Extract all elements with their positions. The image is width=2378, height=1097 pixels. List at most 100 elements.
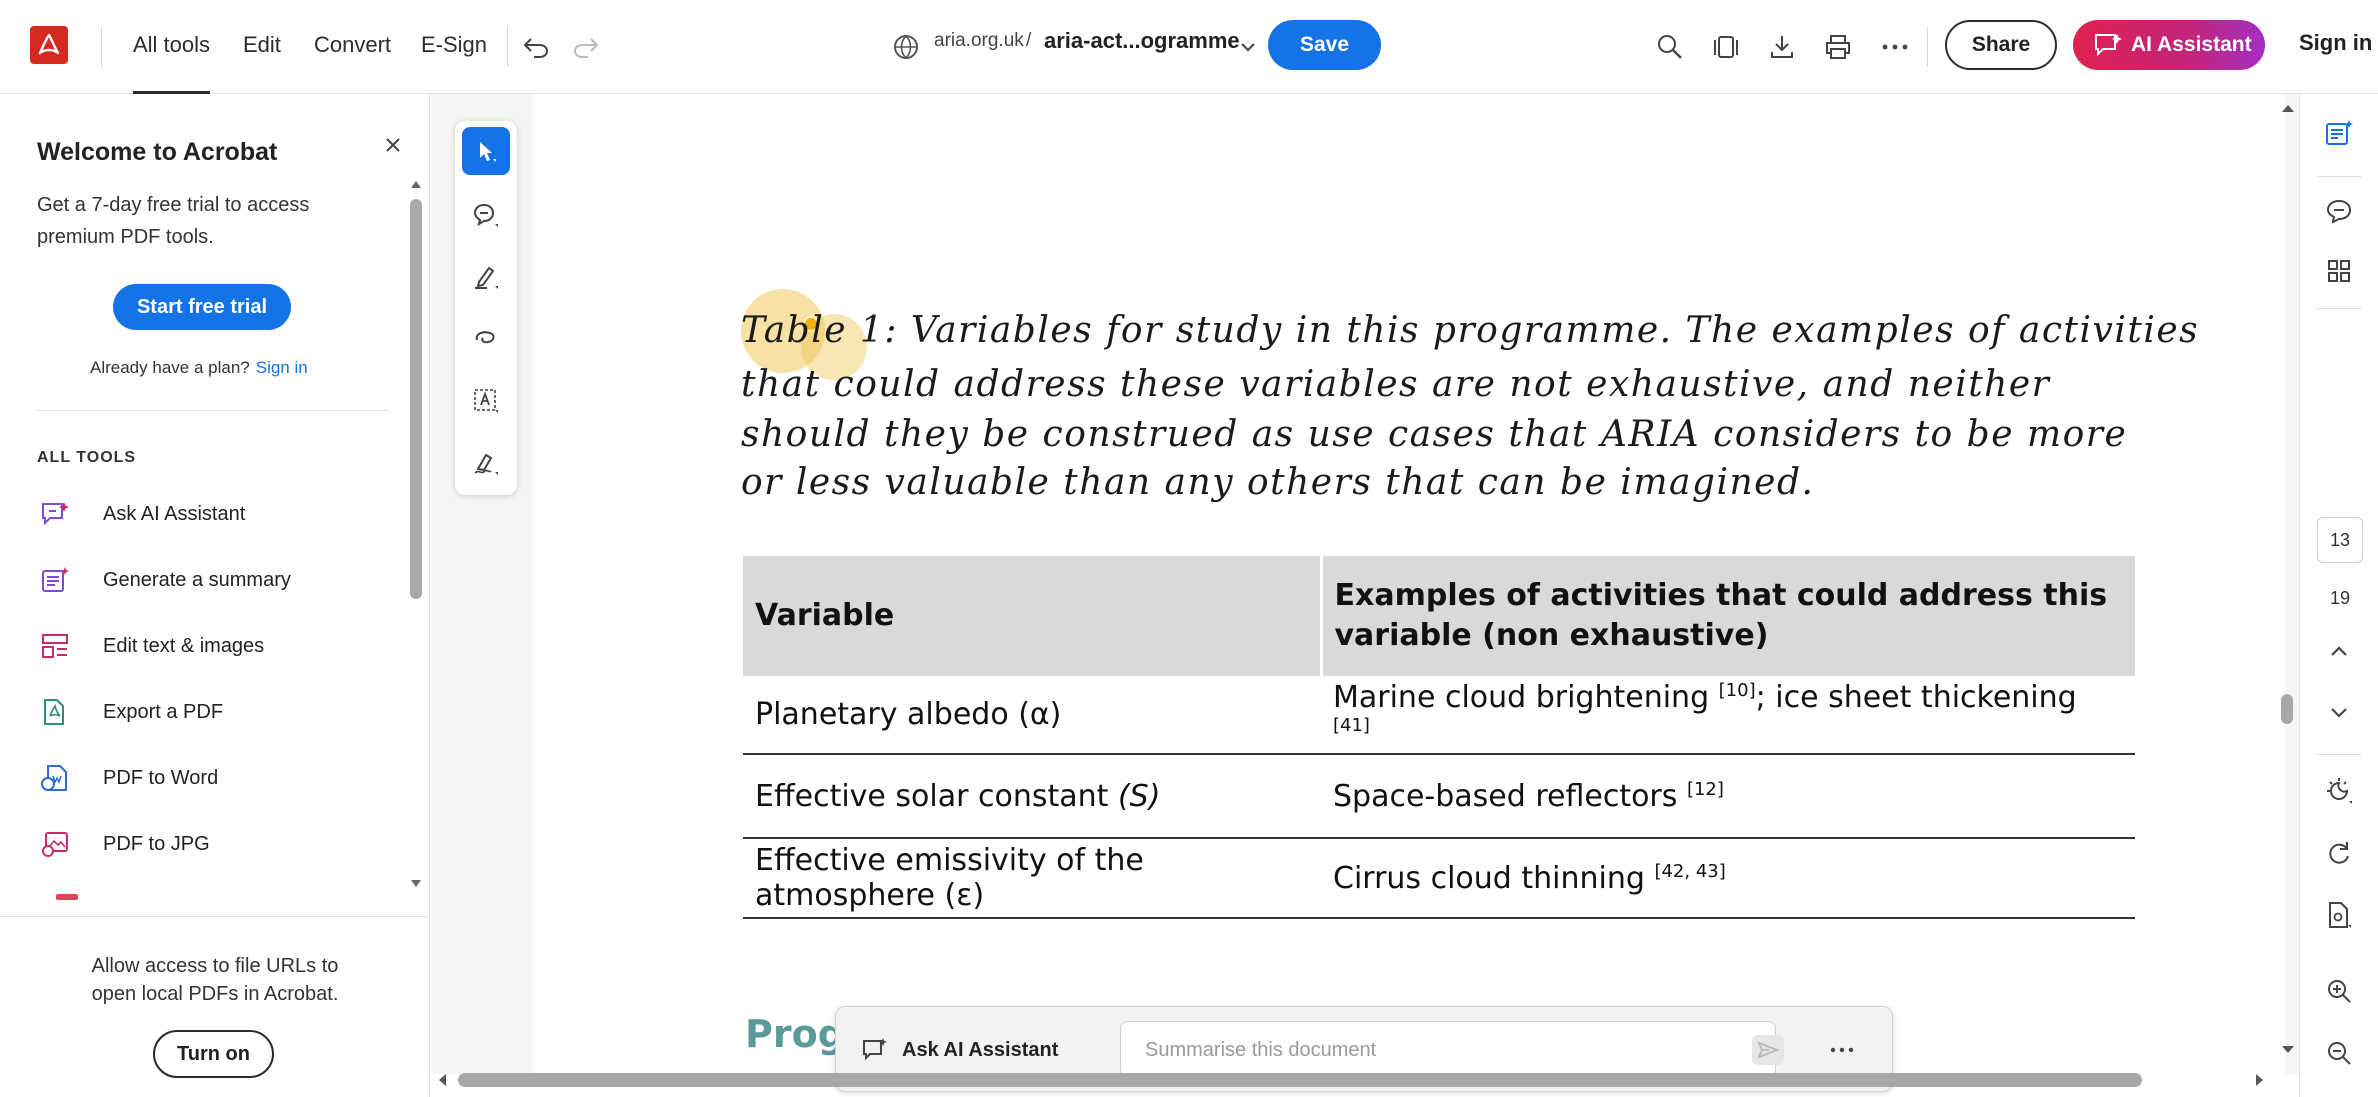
panel-scrollbar-thumb[interactable] [410, 199, 422, 599]
turn-on-button[interactable]: Turn on [153, 1030, 274, 1078]
text-box-icon [474, 389, 498, 413]
ai-summary-icon[interactable] [2318, 112, 2360, 154]
summary-icon [37, 562, 73, 598]
scroll-down-icon[interactable] [2280, 1044, 2296, 1056]
close-icon[interactable] [378, 130, 408, 160]
divider [2317, 308, 2361, 309]
reference-marker[interactable]: [12] [1687, 779, 1724, 800]
panel-description: Get a 7-day free trial to access premium… [37, 194, 310, 248]
ai-prompt-input[interactable] [1120, 1021, 1776, 1079]
table-caption-line: should they be construed as use cases th… [741, 414, 2128, 455]
divider [2317, 754, 2361, 755]
toolbar-divider [507, 27, 508, 67]
comment-icon [473, 203, 498, 227]
scroll-up-icon[interactable] [2280, 102, 2296, 114]
table-cell-variable: Planetary albedo (α) [743, 676, 1321, 755]
signature-tool-button[interactable] [462, 439, 510, 487]
all-tools-heading: ALL TOOLS [37, 449, 137, 466]
search-icon[interactable] [1650, 27, 1690, 67]
toolbar-divider [1927, 27, 1928, 67]
cell-text: Effective solar constant [755, 778, 1118, 814]
page-view-icon[interactable] [1705, 27, 1745, 67]
select-tool-button[interactable] [462, 127, 510, 175]
more-options-icon[interactable] [1875, 27, 1915, 67]
variables-table: Variable Examples of activities that cou… [743, 556, 2135, 919]
reference-marker[interactable]: [10] [1719, 680, 1756, 701]
vertical-scrollbar-thumb[interactable] [2281, 694, 2293, 724]
rotate-icon[interactable] [2318, 832, 2360, 874]
sign-in-link[interactable]: Sign in [2299, 30, 2372, 56]
tab-edit[interactable]: Edit [243, 0, 281, 94]
welcome-panel: Welcome to Acrobat Get a 7-day free tria… [0, 94, 430, 1097]
redo-icon[interactable] [566, 27, 606, 67]
chevron-down-icon[interactable] [1228, 27, 1268, 67]
panel-sign-in-link[interactable]: Sign in [256, 358, 308, 377]
current-page-input[interactable]: 13 [2317, 517, 2363, 563]
ai-chat-icon [2095, 34, 2122, 57]
tool-label: Generate a summary [103, 568, 291, 591]
tab-e-sign[interactable]: E-Sign [421, 0, 487, 94]
scroll-right-icon[interactable] [2254, 1072, 2266, 1088]
draw-tool-button[interactable] [462, 315, 510, 363]
breadcrumb-domain[interactable]: aria.org.uk [934, 30, 1024, 52]
send-icon[interactable] [1752, 1035, 1784, 1065]
scroll-left-icon[interactable] [436, 1072, 448, 1088]
right-sidebar: 13 19 [2299, 94, 2378, 1097]
horizontal-scrollbar-thumb[interactable] [458, 1073, 2142, 1087]
globe-icon [886, 27, 926, 67]
tool-ask-ai-assistant[interactable]: Ask AI Assistant [37, 489, 397, 539]
scroll-down-icon[interactable] [410, 879, 422, 889]
zoom-in-icon[interactable] [2318, 970, 2360, 1012]
document-title[interactable]: aria-act...ogramme [1044, 28, 1240, 54]
lasso-icon [475, 331, 495, 344]
top-toolbar: All tools Edit Convert E-Sign aria.org.u… [0, 0, 2378, 94]
download-icon[interactable] [1762, 27, 1802, 67]
reference-marker[interactable]: [42, 43] [1654, 861, 1725, 882]
thumbnails-grid-icon[interactable] [2318, 250, 2360, 292]
tool-label: Export a PDF [103, 700, 224, 723]
zoom-out-icon[interactable] [2318, 1032, 2360, 1074]
cell-text: Space-based reflectors [1333, 778, 1687, 814]
tool-generate-summary[interactable]: Generate a summary [37, 555, 397, 605]
tool-pdf-to-word[interactable]: PDF to Word [37, 753, 397, 803]
more-options-icon[interactable] [1824, 1035, 1860, 1065]
page-settings-icon[interactable] [2318, 894, 2360, 936]
comments-icon[interactable] [2318, 190, 2360, 232]
ai-chat-icon [860, 1035, 890, 1065]
total-pages: 19 [2329, 588, 2351, 608]
tool-export-pdf[interactable]: Export a PDF [37, 687, 397, 737]
ai-assistant-label[interactable]: Ask AI Assistant [902, 1039, 1058, 1062]
table-cell-examples: Space-based reflectors [12] [1321, 754, 2135, 839]
table-header-row: Variable Examples of activities that cou… [743, 556, 2135, 676]
comment-tool-button[interactable] [462, 191, 510, 239]
highlight-tool-button[interactable] [462, 253, 510, 301]
acrobat-logo-icon[interactable] [30, 26, 68, 64]
start-free-trial-button[interactable]: Start free trial [113, 284, 291, 330]
display-mode-icon[interactable] [2318, 770, 2360, 812]
share-button[interactable]: Share [1945, 20, 2057, 70]
pdf-to-jpg-icon [37, 826, 73, 862]
text-box-tool-button[interactable] [462, 377, 510, 425]
scroll-up-icon[interactable] [410, 179, 422, 189]
reference-marker[interactable]: [41] [1333, 715, 1370, 736]
table-cell-examples: Cirrus cloud thinning [42, 43] [1321, 838, 2135, 919]
tool-pdf-to-jpg[interactable]: PDF to JPG [37, 819, 397, 869]
tab-all-tools[interactable]: All tools [133, 0, 211, 94]
cursor-arrow-icon [480, 142, 496, 162]
table-row: Effective emissivity of the atmosphere (… [743, 838, 2135, 919]
chevron-down-icon[interactable] [2318, 692, 2360, 734]
print-icon[interactable] [1818, 27, 1858, 67]
tab-convert[interactable]: Convert [314, 0, 391, 94]
plan-question: Already have a plan? [90, 358, 250, 377]
undo-icon[interactable] [516, 27, 556, 67]
document-viewport[interactable]: Table 1: Variables for study in this pro… [431, 94, 2299, 1097]
ai-assistant-button[interactable]: AI Assistant [2073, 20, 2265, 70]
ai-assistant-label: AI Assistant [2131, 33, 2252, 56]
export-pdf-icon [37, 694, 73, 730]
tool-edit-text-images[interactable]: Edit text & images [37, 621, 397, 671]
save-button[interactable]: Save [1268, 20, 1381, 70]
table-caption-line: Table 1: Variables for study in this pro… [741, 310, 2200, 351]
cell-symbol: (S) [1117, 778, 1161, 814]
edit-text-icon [37, 628, 73, 664]
chevron-up-icon[interactable] [2318, 630, 2360, 672]
